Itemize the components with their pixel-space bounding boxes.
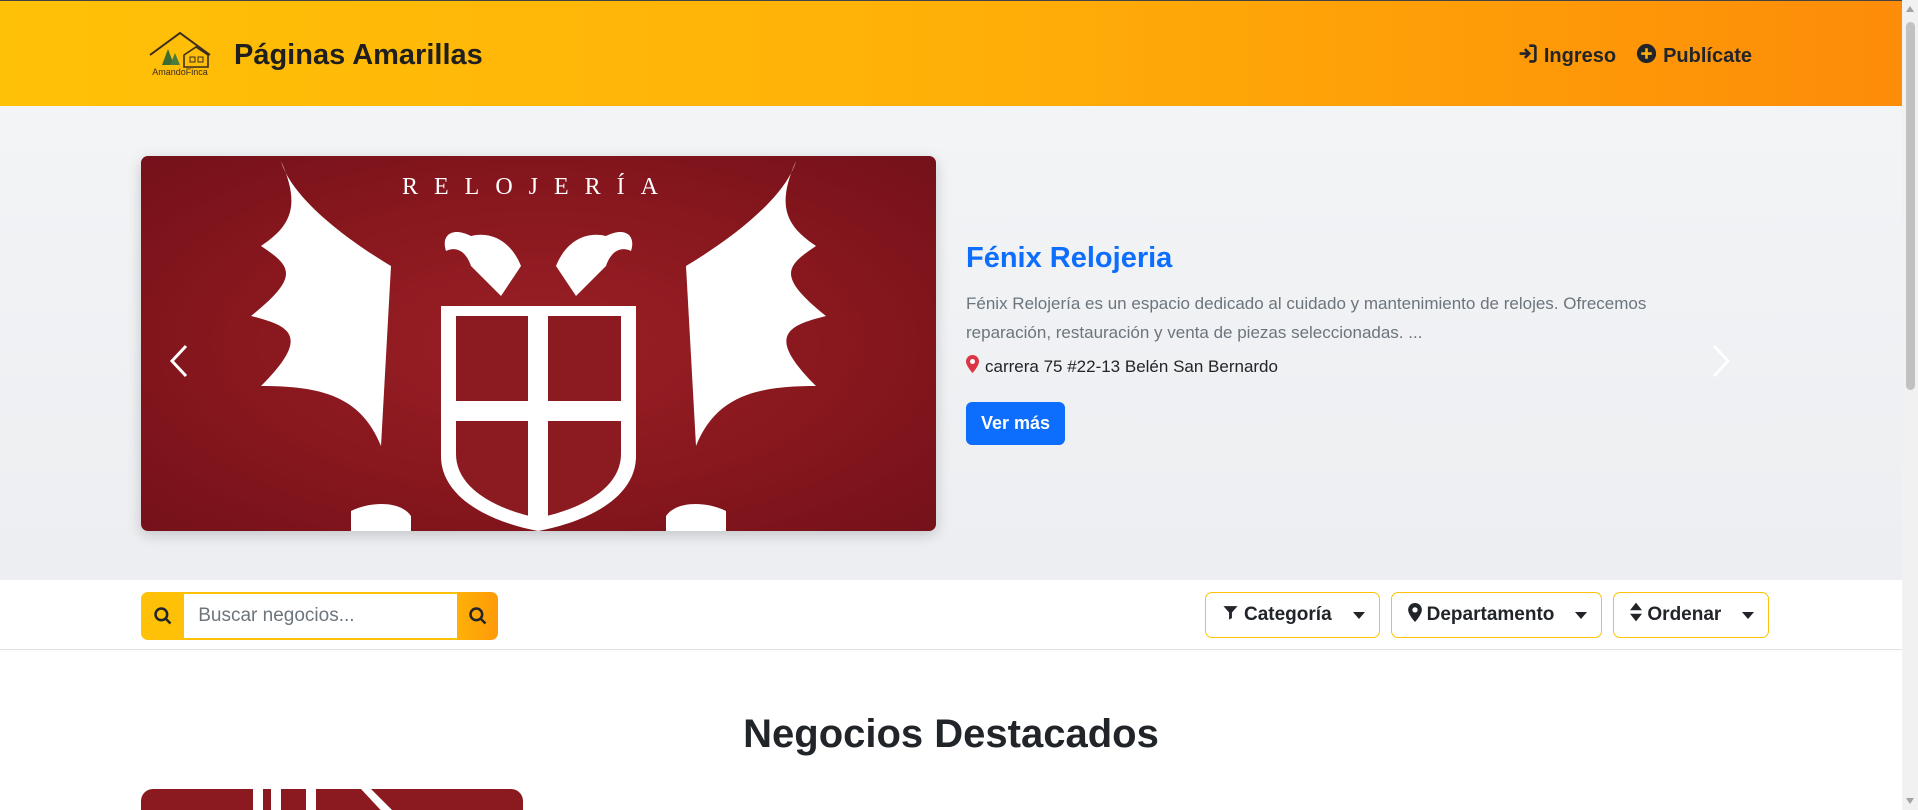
carousel-caption: Fénix Relojeria Fénix Relojería es un es… [966, 242, 1686, 445]
see-more-button[interactable]: Ver más [966, 402, 1066, 445]
search-group [141, 592, 498, 640]
login-label: Ingreso [1543, 45, 1617, 67]
brand-name[interactable]: Páginas Amarillas [234, 39, 483, 72]
scroll-down-icon[interactable] [1906, 798, 1914, 804]
card-image [253, 789, 392, 810]
sort-dropdown[interactable]: Ordenar [1613, 592, 1770, 638]
address-text: carrera 75 #22-13 Belén San Bernardo [985, 356, 1278, 376]
search-icon [468, 607, 487, 625]
section-title: Negocios Destacados [743, 712, 1159, 756]
caret-down-icon [1575, 611, 1588, 619]
business-card[interactable] [141, 789, 523, 810]
filter-bar: Categoría Departamento Ordenar [0, 580, 1902, 650]
business-address: carrera 75 #22-13 Belén San Bernardo [966, 355, 1686, 378]
publish-label: Publícate [1663, 45, 1752, 67]
top-navbar: AmandoFinca Páginas Amarillas Ingreso Pu… [0, 0, 1902, 106]
scroll-up-icon[interactable] [1906, 6, 1914, 12]
header-nav: Ingreso Publícate [1517, 43, 1752, 70]
business-title[interactable]: Fénix Relojeria [966, 242, 1686, 275]
filter-icon [1222, 603, 1239, 628]
caret-down-icon [1742, 611, 1755, 619]
search-icon [141, 592, 185, 640]
chevron-right-icon [1712, 344, 1731, 378]
publish-link[interactable]: Publícate [1636, 43, 1752, 70]
category-dropdown[interactable]: Categoría [1205, 592, 1380, 638]
filter-dropdowns: Categoría Departamento Ordenar [1205, 592, 1770, 638]
business-description: Fénix Relojería es un espacio dedicado a… [966, 294, 1647, 342]
map-marker-icon [966, 355, 979, 378]
search-button[interactable] [457, 592, 498, 640]
sort-icon [1630, 602, 1643, 628]
sign-in-icon [1517, 43, 1538, 70]
category-label: Categoría [1244, 604, 1332, 625]
search-input[interactable] [184, 592, 458, 640]
department-dropdown[interactable]: Departamento [1390, 592, 1603, 638]
featured-carousel: RELOJERÍA Fénix Relojeria Fénix Relojerí… [0, 106, 1902, 580]
logo: AmandoFinca [144, 27, 216, 83]
carousel-next-button[interactable] [1700, 326, 1740, 396]
sort-label: Ordenar [1647, 604, 1722, 625]
scroll-thumb[interactable] [1906, 22, 1915, 390]
department-label: Departamento [1426, 604, 1555, 625]
scrollbar[interactable] [1902, 0, 1918, 810]
map-marker-icon [1407, 602, 1422, 628]
carousel-prev-button[interactable] [160, 326, 200, 396]
plus-circle-icon [1636, 43, 1657, 70]
caret-down-icon [1352, 611, 1365, 619]
carousel-image[interactable]: RELOJERÍA [141, 156, 936, 531]
brand[interactable]: AmandoFinca Páginas Amarillas [144, 27, 483, 83]
hero-image-text: RELOJERÍA [402, 174, 674, 200]
login-link[interactable]: Ingreso [1517, 43, 1616, 70]
chevron-left-icon [169, 344, 188, 378]
logo-text: AmandoFinca [152, 67, 208, 77]
